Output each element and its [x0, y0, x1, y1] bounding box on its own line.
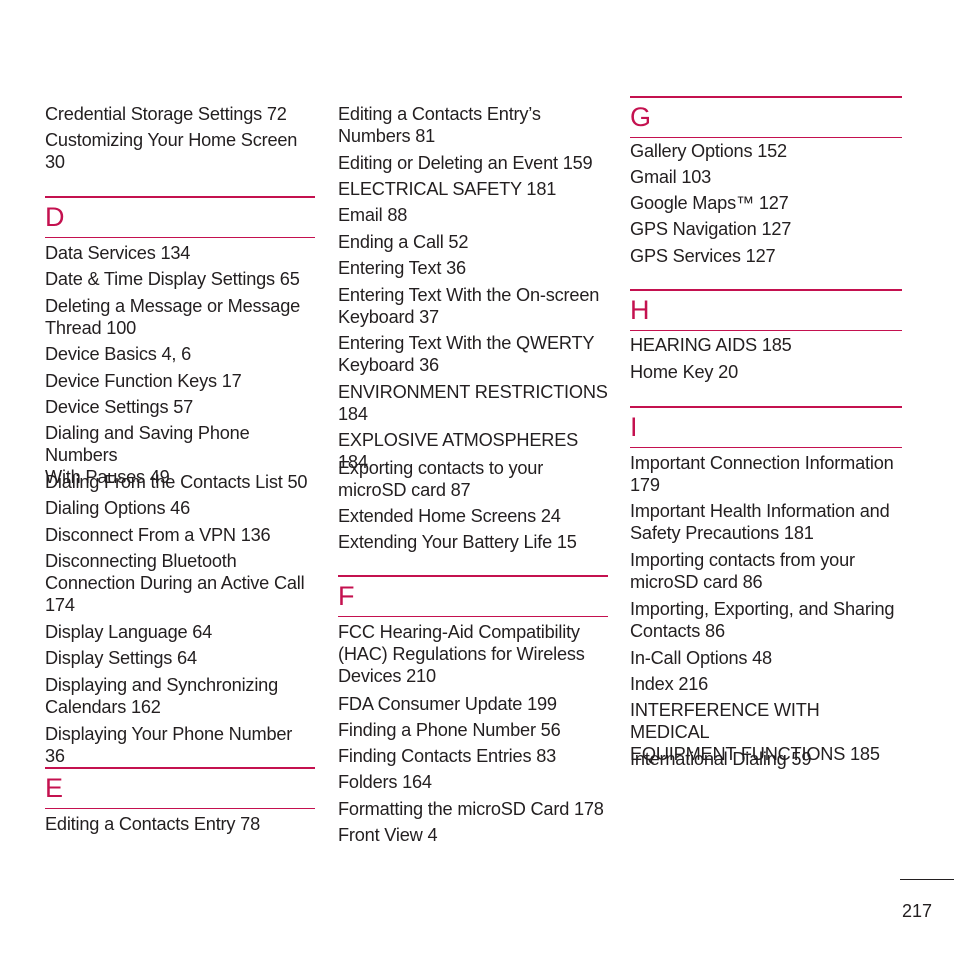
index-entry: International Dialing 59 — [630, 749, 812, 769]
section-letter-heading: F — [338, 581, 355, 611]
index-entry: Device Function Keys 17 — [45, 371, 242, 391]
section-rule-bottom — [630, 137, 902, 138]
index-entry: Entering Text With the QWERTY Keyboard 3… — [338, 333, 595, 375]
section-rule-top — [45, 767, 315, 769]
index-entry: Display Settings 64 — [45, 648, 197, 668]
index-entry: Extending Your Battery Life 15 — [338, 532, 577, 552]
section-rule-bottom — [630, 447, 902, 448]
index-entry: Important Connection Information 179 — [630, 453, 894, 495]
section-rule-bottom — [45, 237, 315, 238]
section-rule-bottom — [630, 330, 902, 331]
index-entry: Disconnect From a VPN 136 — [45, 525, 271, 545]
index-entry: Device Settings 57 — [45, 397, 194, 417]
index-entry: ENVIRONMENT RESTRICTIONS 184 — [338, 382, 608, 424]
section-rule-top — [45, 196, 315, 198]
index-entry: Customizing Your Home Screen 30 — [45, 130, 298, 172]
index-entry: Important Health Information and Safety … — [630, 501, 890, 543]
index-entry: Display Language 64 — [45, 622, 213, 642]
index-entry: Gmail 103 — [630, 167, 712, 187]
index-entry: HEARING AIDS 185 — [630, 335, 792, 355]
section-rule-top — [338, 575, 608, 577]
index-entry: Entering Text 36 — [338, 258, 466, 278]
index-entry: Editing or Deleting an Event 159 — [338, 153, 593, 173]
index-entry: ELECTRICAL SAFETY 181 — [338, 179, 557, 199]
page-number-rule — [900, 879, 954, 880]
section-rule-top — [630, 406, 902, 408]
index-entry: Credential Storage Settings 72 — [45, 104, 287, 124]
index-entry: Date & Time Display Settings 65 — [45, 269, 300, 289]
index-entry: Index 216 — [630, 674, 709, 694]
index-entry: Finding Contacts Entries 83 — [338, 746, 557, 766]
index-entry: Editing a Contacts Entry 78 — [45, 814, 260, 834]
index-entry: Email 88 — [338, 205, 408, 225]
section-rule-bottom — [338, 616, 608, 617]
index-entry: GPS Services 127 — [630, 246, 776, 266]
index-entry: Extended Home Screens 24 — [338, 506, 561, 526]
index-entry: FDA Consumer Update 199 — [338, 694, 557, 714]
section-rule-top — [630, 96, 902, 98]
index-entry: Folders 164 — [338, 772, 432, 792]
section-rule-bottom — [45, 808, 315, 809]
section-letter-heading: D — [45, 202, 65, 232]
index-entry: Importing contacts from your microSD car… — [630, 550, 855, 592]
index-entry: Device Basics 4, 6 — [45, 344, 192, 364]
index-entry: Dialing From the Contacts List 50 — [45, 472, 308, 492]
section-letter-heading: G — [630, 102, 652, 132]
index-entry: Formatting the microSD Card 178 — [338, 799, 604, 819]
index-entry: Google Maps™ 127 — [630, 193, 789, 213]
page-number: 217 — [902, 901, 933, 921]
index-entry: Editing a Contacts Entry’s Numbers 81 — [338, 104, 541, 146]
index-entry: Ending a Call 52 — [338, 232, 469, 252]
index-entry: Deleting a Message or Message Thread 100 — [45, 296, 301, 338]
section-rule-top — [630, 289, 902, 291]
index-entry: Finding a Phone Number 56 — [338, 720, 561, 740]
section-letter-heading: I — [630, 412, 638, 442]
index-entry: In-Call Options 48 — [630, 648, 772, 668]
index-entry: Data Services 134 — [45, 243, 191, 263]
index-entry: Importing, Exporting, and Sharing Contac… — [630, 599, 895, 641]
index-entry: Displaying and Synchronizing Calendars 1… — [45, 675, 278, 717]
index-entry: Home Key 20 — [630, 362, 738, 382]
index-entry: Front View 4 — [338, 825, 438, 845]
index-entry: Displaying Your Phone Number 36 — [45, 724, 293, 766]
index-entry: Gallery Options 152 — [630, 141, 787, 161]
section-letter-heading: E — [45, 773, 64, 803]
index-entry: Disconnecting Bluetooth Connection Durin… — [45, 551, 305, 615]
index-entry: Dialing Options 46 — [45, 498, 191, 518]
index-entry: Entering Text With the On-screen Keyboar… — [338, 285, 600, 327]
index-entry: FCC Hearing-Aid Compatibility (HAC) Regu… — [338, 622, 585, 686]
index-entry: GPS Navigation 127 — [630, 219, 792, 239]
section-letter-heading: H — [630, 295, 650, 325]
index-entry: Exporting contacts to your microSD card … — [338, 458, 544, 500]
